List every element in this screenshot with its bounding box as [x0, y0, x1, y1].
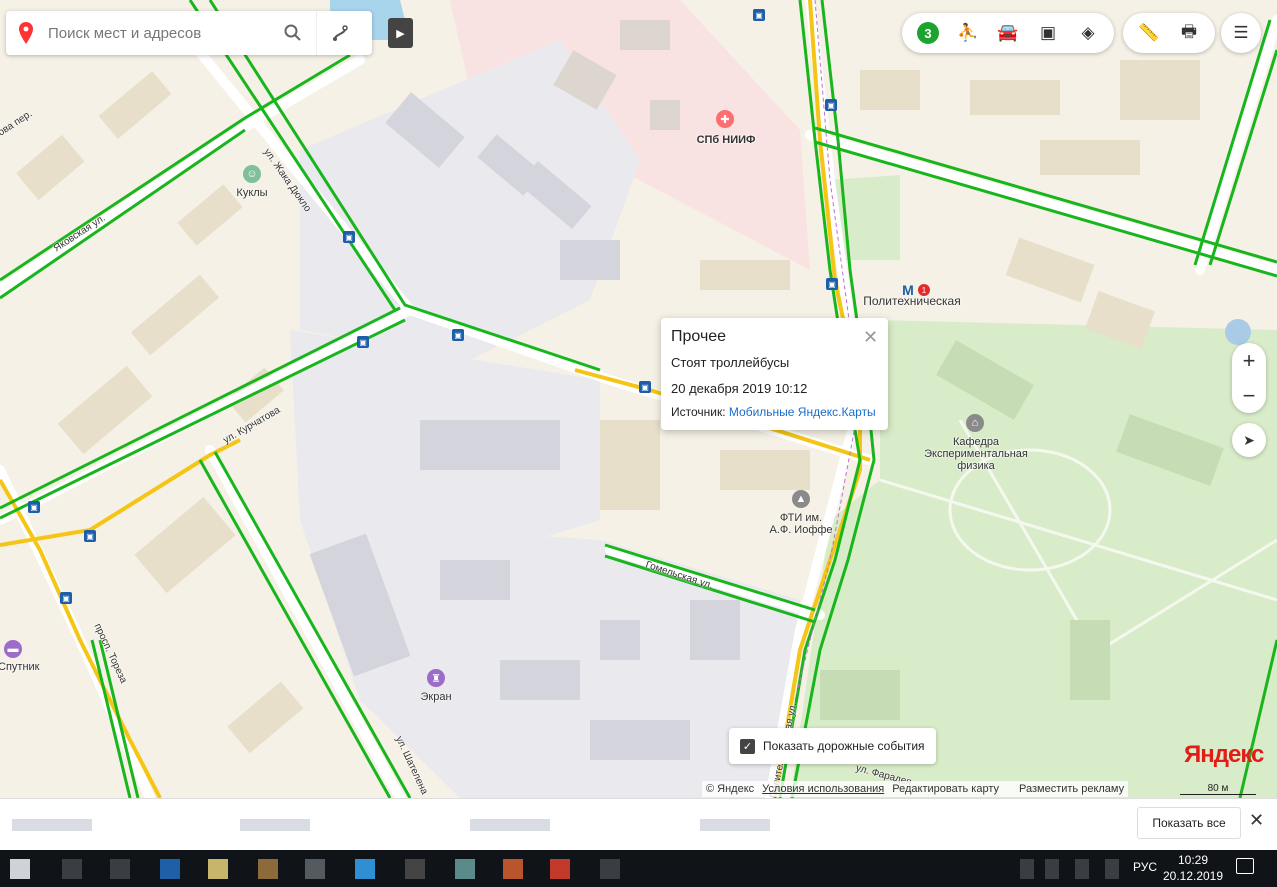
ads-link[interactable]: Разместить рекламу: [1019, 783, 1124, 795]
taskbar-app-icon[interactable]: [110, 859, 130, 879]
ruler-icon[interactable]: 📏: [1129, 13, 1169, 53]
copyright: © Яндекс: [706, 783, 755, 795]
bus-stop-icon[interactable]: ▣: [825, 99, 837, 111]
bus-stop-icon[interactable]: ▣: [826, 278, 838, 290]
taskbar: [0, 850, 1277, 887]
menu-toolbar: ☰: [1221, 13, 1261, 53]
language-indicator[interactable]: РУС: [1133, 860, 1157, 874]
popup-description: Стоят троллейбусы: [671, 355, 790, 370]
collapse-panel-button[interactable]: ▶: [388, 18, 413, 48]
ekran-label: Экран: [420, 691, 452, 703]
sputnik-label: Спутник: [0, 661, 40, 673]
downloads-bar: [0, 798, 1277, 851]
taskbar-app-icon[interactable]: [160, 859, 180, 879]
popup-source: Источник: Мобильные Яндекс.Карты: [671, 405, 876, 419]
hotel-icon[interactable]: ▬: [4, 640, 22, 658]
popup-title: Прочее: [671, 328, 727, 345]
car-sharing-icon[interactable]: 🚘: [988, 13, 1028, 53]
metro-label: Политехническая: [863, 294, 961, 308]
start-icon[interactable]: [10, 859, 30, 879]
tray-icon[interactable]: [1045, 859, 1059, 879]
university-icon[interactable]: ⌂: [966, 414, 984, 432]
kukly-label: Куклы: [236, 187, 268, 199]
taskbar-app-icon[interactable]: [305, 859, 325, 879]
edit-map-link[interactable]: Редактировать карту: [892, 783, 999, 795]
tray-icon[interactable]: [1075, 859, 1089, 879]
taskbar-app-icon[interactable]: [62, 859, 82, 879]
download-item[interactable]: [240, 819, 310, 831]
clock[interactable]: 10:29 20.12.2019: [1160, 852, 1226, 884]
close-icon[interactable]: ✕: [863, 327, 878, 348]
taskbar-app-icon[interactable]: [355, 859, 375, 879]
bus-stop-icon[interactable]: ▣: [84, 530, 96, 542]
bus-stop-icon[interactable]: ▣: [452, 329, 464, 341]
taskbar-app-icon[interactable]: [503, 859, 523, 879]
yandex-logo: Яндекс: [1184, 741, 1264, 768]
zoom-in-button[interactable]: +: [1232, 343, 1266, 378]
menu-icon[interactable]: ☰: [1221, 13, 1261, 53]
road-events-toggle[interactable]: ✓ Показать дорожные события: [729, 728, 936, 764]
traffic-level-badge: 3: [917, 22, 939, 44]
taskbar-app-icon[interactable]: [405, 859, 425, 879]
cinema-icon[interactable]: ♜: [427, 669, 445, 687]
hospital-icon[interactable]: ✚: [716, 110, 734, 128]
zoom-control: + −: [1232, 343, 1266, 413]
clock-time: 10:29: [1177, 853, 1209, 867]
bus-stop-icon[interactable]: ▣: [639, 381, 651, 393]
theatre-icon[interactable]: ☺: [243, 165, 261, 183]
print-icon[interactable]: 🖶: [1169, 13, 1209, 53]
route-icon[interactable]: [316, 11, 363, 55]
kafedra-label: Кафедра Экспериментальная физика: [924, 436, 1028, 472]
search-box: [6, 11, 372, 55]
bus-stop-icon[interactable]: ▣: [60, 592, 72, 604]
download-item[interactable]: [12, 819, 92, 831]
fti-label: ФТИ им. А.Ф. Иоффе: [769, 512, 833, 536]
hospital-label: СПб НИИФ: [696, 134, 756, 146]
institute-icon[interactable]: ▲: [792, 490, 810, 508]
traffic-button[interactable]: 3: [908, 13, 948, 53]
zoom-out-button[interactable]: −: [1232, 378, 1266, 413]
bus-stop-icon[interactable]: ▣: [343, 231, 355, 243]
bus-stop-icon[interactable]: ▣: [28, 501, 40, 513]
bus-stop-icon[interactable]: ▣: [357, 336, 369, 348]
map-toolbar: 3 ⛹ 🚘 ▣ ◈: [902, 13, 1114, 53]
clock-date: 20.12.2019: [1162, 869, 1224, 883]
geolocation-button[interactable]: ➤: [1232, 423, 1266, 457]
download-item[interactable]: [700, 819, 770, 831]
layers-icon[interactable]: ◈: [1068, 13, 1108, 53]
taskbar-app-icon[interactable]: [258, 859, 278, 879]
scale-bar: 80 м: [1180, 783, 1256, 795]
taskbar-app-icon[interactable]: [600, 859, 620, 879]
taskbar-app-icon[interactable]: [455, 859, 475, 879]
notification-icon[interactable]: [1236, 858, 1254, 874]
terms-link[interactable]: Условия использования: [762, 783, 884, 795]
search-icon[interactable]: [270, 11, 316, 55]
checkbox-checked-icon[interactable]: ✓: [740, 738, 755, 754]
map-layer: [0, 0, 1277, 798]
search-input[interactable]: [46, 23, 270, 43]
map-canvas[interactable]: ✚ СПб НИИФ M 1 Политехническая ☺ Куклы ♜…: [0, 0, 1277, 798]
download-item[interactable]: [470, 819, 550, 831]
close-bar-icon[interactable]: ✕: [1249, 810, 1264, 831]
taskbar-app-icon[interactable]: [208, 859, 228, 879]
event-popup: Прочее ✕ Стоят троллейбусы 20 декабря 20…: [661, 318, 888, 430]
bus-stop-icon[interactable]: ▣: [753, 9, 765, 21]
location-pin-icon: [6, 22, 46, 44]
panorama-icon[interactable]: ⛹: [948, 13, 988, 53]
tray-icon[interactable]: [1020, 859, 1034, 879]
show-all-button[interactable]: Показать все: [1137, 807, 1241, 839]
popup-datetime: 20 декабря 2019 10:12: [671, 381, 808, 396]
map-footer: © Яндекс Условия использования Редактиро…: [702, 781, 1129, 797]
source-link[interactable]: Мобильные Яндекс.Карты: [729, 405, 876, 419]
road-events-label: Показать дорожные события: [763, 739, 925, 753]
taskbar-app-icon[interactable]: [550, 859, 570, 879]
source-label: Источник:: [671, 405, 726, 419]
tools-toolbar: 📏 🖶: [1123, 13, 1215, 53]
transport-icon[interactable]: ▣: [1028, 13, 1068, 53]
tray-icon[interactable]: [1105, 859, 1119, 879]
